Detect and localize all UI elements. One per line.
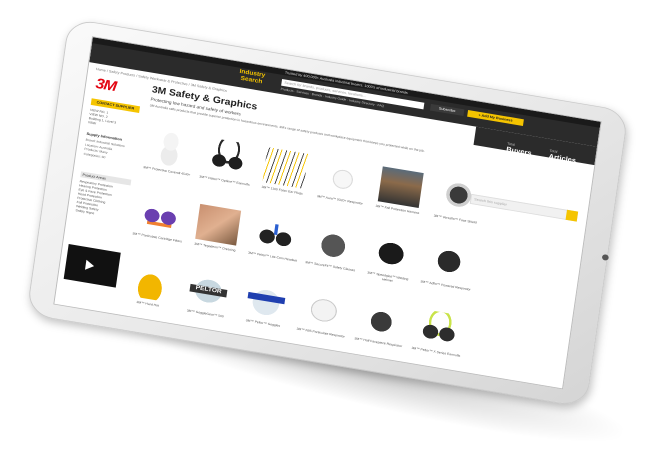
- product-card[interactable]: 3M™ Speedglas™ Welding Helmet: [359, 232, 420, 300]
- brand-logo: 3M: [94, 75, 118, 95]
- product-image[interactable]: [435, 175, 482, 218]
- product-card[interactable]: 3M™ Versaflo™ Face Shield: [426, 175, 487, 243]
- product-card[interactable]: 3M™ Tegaderm™ Dressing: [186, 203, 247, 271]
- product-card[interactable]: 3M™ Hard Hat: [119, 260, 180, 328]
- product-card[interactable]: 3M™ 1100 Foam Ear Plugs: [253, 146, 314, 214]
- subscribe-button[interactable]: Subscribe: [429, 103, 465, 117]
- product-grid: 3M™ Protective Coverall 4540+ 3M™ Peltor™…: [127, 127, 482, 358]
- nav-item[interactable]: Services: [296, 90, 309, 95]
- product-areas-list: Respiratory Protection Hearing Protectio…: [75, 180, 113, 219]
- product-image[interactable]: [300, 289, 347, 332]
- nav-item[interactable]: FAQ: [377, 103, 384, 107]
- product-image[interactable]: [252, 213, 299, 256]
- peltor-badge: PELTOR: [195, 284, 222, 295]
- product-image[interactable]: [310, 223, 357, 265]
- product-image[interactable]: [262, 147, 309, 189]
- product-card[interactable]: 3M™ Fall Protection Harness: [369, 165, 430, 233]
- product-image[interactable]: [147, 127, 194, 170]
- product-image[interactable]: [377, 166, 424, 209]
- video-thumbnail[interactable]: [63, 244, 121, 288]
- tablet-device: Trusted by 400,000+ Australia industrial…: [26, 18, 629, 408]
- nav-item[interactable]: Products: [280, 87, 293, 92]
- product-image[interactable]: [243, 279, 290, 322]
- product-image[interactable]: [195, 203, 242, 246]
- product-image[interactable]: [358, 299, 405, 341]
- contact-details: VIEW NO. 1 VIEW NO. 2 Building 1, Level …: [88, 108, 118, 129]
- product-card[interactable]: 3M™ Protective Coverall 4540+: [138, 127, 199, 195]
- product-image[interactable]: [368, 232, 415, 275]
- nav-item[interactable]: Brands: [312, 93, 323, 98]
- product-image[interactable]: [137, 194, 184, 236]
- camera-icon: [601, 253, 610, 261]
- search-icon[interactable]: [565, 209, 579, 222]
- product-image[interactable]: [204, 137, 251, 180]
- product-card[interactable]: 3M™ Peltor™ X Series Earmuffs: [407, 308, 468, 376]
- product-card[interactable]: 3M™ Adflo™ Powered Respirator: [417, 241, 478, 309]
- product-image[interactable]: [416, 308, 463, 351]
- supplier-search-input[interactable]: Search this supplier: [469, 193, 579, 222]
- product-image[interactable]: [127, 260, 174, 303]
- product-image[interactable]: PELTOR: [185, 270, 232, 312]
- product-card[interactable]: 3M™ Peltor™ Lite-Com Headset: [244, 213, 305, 281]
- product-card[interactable]: 3M™ Particulate Cartridge Filters: [128, 193, 189, 261]
- stat-articles: Total Articles: [548, 148, 577, 164]
- product-card[interactable]: 3M™ Peltor™ Goggles: [234, 279, 295, 347]
- product-image[interactable]: [320, 156, 367, 199]
- stat-buyers: Total Buyers: [506, 141, 533, 157]
- supply-info: Brand: Industrial Solutions Location: Au…: [83, 138, 124, 163]
- product-card[interactable]: 3M™ Half Facepiece Respirator: [349, 298, 410, 366]
- product-image[interactable]: [425, 242, 472, 285]
- product-card[interactable]: 3M™ Aura™ 9320+ Respirator: [311, 156, 372, 224]
- play-icon[interactable]: [84, 259, 95, 272]
- product-card[interactable]: 3M™ SecureFit™ Safety Glasses: [301, 222, 362, 290]
- product-card[interactable]: 3M™ N95 Particulate Respirator: [292, 289, 353, 357]
- product-card[interactable]: PELTOR 3M™ GoggleGear™ 500: [176, 269, 237, 337]
- product-card[interactable]: 3M™ Peltor™ Optime™ Earmuffs: [196, 137, 257, 205]
